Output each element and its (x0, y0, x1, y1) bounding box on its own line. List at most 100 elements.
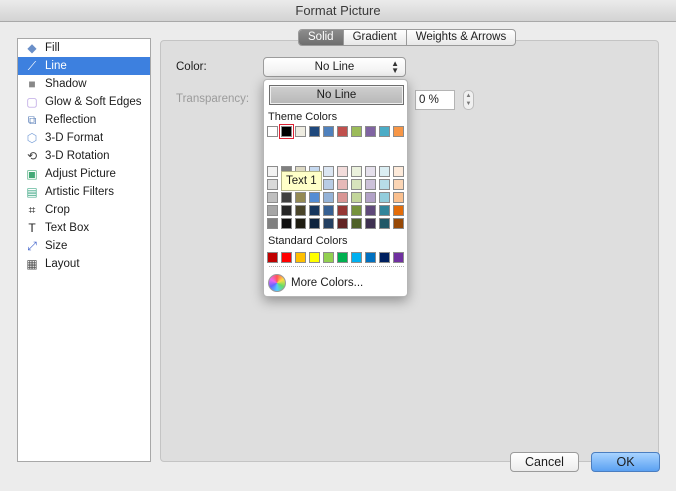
theme-shade-swatch[interactable] (351, 179, 362, 190)
theme-shade-swatch[interactable] (267, 205, 278, 216)
theme-shade-swatch[interactable] (351, 192, 362, 203)
theme-shade-swatch[interactable] (365, 205, 376, 216)
theme-color-swatch[interactable] (379, 126, 390, 137)
cube-icon: ⬡ (26, 131, 38, 145)
sidebar-item-label: Fill (45, 42, 60, 54)
theme-color-swatch[interactable] (393, 126, 404, 137)
ok-button[interactable]: OK (591, 452, 660, 472)
theme-shade-swatch[interactable] (379, 192, 390, 203)
crop-icon: ⌗ (28, 203, 36, 217)
sidebar-item-artistic-filters[interactable]: ▤ Artistic Filters (18, 183, 150, 201)
theme-shade-swatch[interactable] (337, 218, 348, 229)
theme-shade-swatch[interactable] (365, 166, 376, 177)
standard-colors-heading: Standard Colors (268, 235, 348, 247)
color-popup-value: No Line (314, 61, 355, 73)
theme-shade-swatch[interactable] (337, 192, 348, 203)
theme-shade-swatch[interactable] (309, 218, 320, 229)
theme-shade-swatch[interactable] (323, 205, 334, 216)
theme-shade-swatch[interactable] (379, 166, 390, 177)
standard-color-swatch[interactable] (351, 252, 362, 263)
sidebar-item-text-box[interactable]: T Text Box (18, 219, 150, 237)
theme-shade-swatch[interactable] (323, 179, 334, 190)
glow-icon: ▢ (26, 95, 38, 109)
sidebar-item-adjust-picture[interactable]: ▣ Adjust Picture (18, 165, 150, 183)
layout-icon: ▦ (26, 257, 38, 271)
tab-weights-arrows[interactable]: Weights & Arrows (407, 30, 516, 45)
theme-shade-swatch[interactable] (351, 205, 362, 216)
sidebar-item-label: Crop (45, 204, 70, 216)
sidebar-item-reflection[interactable]: ⧉ Reflection (18, 111, 150, 129)
theme-color-swatch[interactable] (295, 126, 306, 137)
theme-shade-swatch[interactable] (351, 166, 362, 177)
theme-shade-swatch[interactable] (281, 192, 292, 203)
theme-shade-swatch[interactable] (393, 218, 404, 229)
standard-color-swatch[interactable] (365, 252, 376, 263)
theme-shade-swatch[interactable] (365, 179, 376, 190)
theme-shade-swatch[interactable] (309, 192, 320, 203)
theme-color-swatch[interactable] (351, 126, 362, 137)
more-colors-option[interactable]: More Colors... (268, 274, 363, 292)
standard-color-swatch[interactable] (267, 252, 278, 263)
transparency-stepper[interactable]: ▲ ▼ (463, 90, 474, 110)
theme-shade-swatch[interactable] (393, 192, 404, 203)
theme-shade-swatch[interactable] (267, 218, 278, 229)
cancel-button[interactable]: Cancel (510, 452, 579, 472)
sidebar-item-line[interactable]: ⟋ Line (18, 57, 150, 75)
theme-shade-swatch[interactable] (295, 218, 306, 229)
standard-color-swatch[interactable] (309, 252, 320, 263)
theme-shade-swatch[interactable] (393, 205, 404, 216)
no-line-option[interactable]: No Line (269, 85, 404, 105)
theme-shade-swatch[interactable] (379, 218, 390, 229)
standard-color-swatch[interactable] (281, 252, 292, 263)
standard-color-swatch[interactable] (393, 252, 404, 263)
theme-color-swatch[interactable] (323, 126, 334, 137)
color-popup-button[interactable]: No Line ▲ ▼ (263, 57, 406, 77)
theme-shade-swatch[interactable] (393, 179, 404, 190)
theme-shade-swatch[interactable] (281, 218, 292, 229)
sidebar-item-label: Adjust Picture (45, 168, 116, 180)
sidebar-item-shadow[interactable]: ■ Shadow (18, 75, 150, 93)
sidebar-item-fill[interactable]: ◆ Fill (18, 39, 150, 57)
artistic-filter-icon: ▤ (26, 185, 38, 199)
theme-color-swatch[interactable] (365, 126, 376, 137)
theme-shade-swatch[interactable] (337, 179, 348, 190)
theme-shade-swatch[interactable] (323, 166, 334, 177)
theme-shade-swatch[interactable] (365, 192, 376, 203)
sidebar-item-3-d-rotation[interactable]: ⟲ 3-D Rotation (18, 147, 150, 165)
theme-shade-swatch[interactable] (295, 192, 306, 203)
sidebar-item-size[interactable]: ⤢ Size (18, 237, 150, 255)
theme-shade-swatch[interactable] (379, 179, 390, 190)
theme-shade-swatch[interactable] (309, 205, 320, 216)
transparency-field[interactable]: 0 % (415, 90, 455, 110)
standard-color-swatch[interactable] (379, 252, 390, 263)
theme-color-swatch[interactable] (267, 126, 278, 137)
theme-shade-swatch[interactable] (337, 205, 348, 216)
standard-color-swatch[interactable] (337, 252, 348, 263)
text-box-icon: T (28, 221, 36, 235)
theme-color-swatch[interactable] (337, 126, 348, 137)
standard-color-swatch[interactable] (295, 252, 306, 263)
theme-color-swatch[interactable] (281, 126, 292, 137)
tab-solid[interactable]: Solid (299, 30, 344, 45)
swatch-tooltip: Text 1 (281, 171, 322, 191)
theme-color-swatch[interactable] (309, 126, 320, 137)
sidebar-item-label: Size (45, 240, 68, 252)
sidebar-item-3-d-format[interactable]: ⬡ 3-D Format (18, 129, 150, 147)
sidebar-item-crop[interactable]: ⌗ Crop (18, 201, 150, 219)
standard-color-swatch[interactable] (323, 252, 334, 263)
theme-shade-swatch[interactable] (267, 179, 278, 190)
theme-shade-swatch[interactable] (323, 218, 334, 229)
theme-shade-swatch[interactable] (337, 166, 348, 177)
theme-shade-swatch[interactable] (267, 192, 278, 203)
theme-shade-swatch[interactable] (393, 166, 404, 177)
theme-shade-swatch[interactable] (281, 205, 292, 216)
theme-shade-swatch[interactable] (267, 166, 278, 177)
sidebar-item-glow-soft-edges[interactable]: ▢ Glow & Soft Edges (18, 93, 150, 111)
theme-shade-swatch[interactable] (323, 192, 334, 203)
sidebar-item-layout[interactable]: ▦ Layout (18, 255, 150, 273)
theme-shade-swatch[interactable] (379, 205, 390, 216)
theme-shade-swatch[interactable] (351, 218, 362, 229)
theme-shade-swatch[interactable] (365, 218, 376, 229)
tab-gradient[interactable]: Gradient (344, 30, 407, 45)
theme-shade-swatch[interactable] (295, 205, 306, 216)
